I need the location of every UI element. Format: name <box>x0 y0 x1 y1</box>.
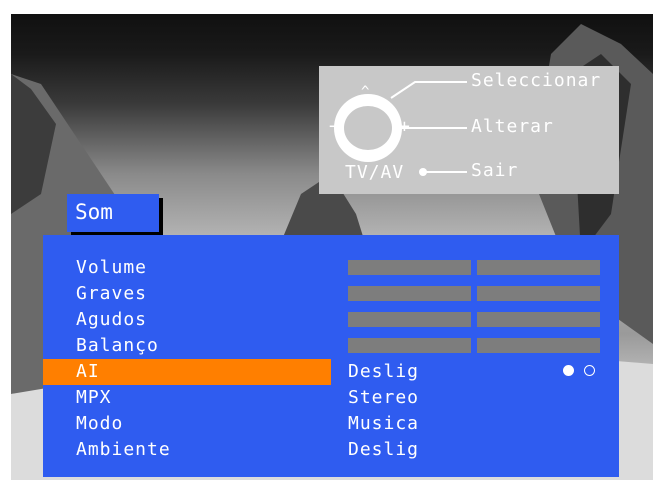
minus-icon: − <box>329 116 341 137</box>
menu-item-label: Modo <box>76 413 124 434</box>
level-bar-right <box>477 286 600 301</box>
tv-av-label: TV/AV <box>345 162 405 183</box>
menu-item-label: Agudos <box>76 309 148 330</box>
menu-item-balanco[interactable]: Balanço <box>43 333 619 359</box>
menu-item-volume[interactable]: Volume <box>43 255 619 281</box>
plus-icon: + <box>399 116 411 137</box>
level-bar-left <box>348 260 471 275</box>
exit-hint: Sair <box>471 160 519 181</box>
menu-item-value: Musica <box>348 413 420 434</box>
menu-item-agudos[interactable]: Agudos <box>43 307 619 333</box>
menu-item-label: Graves <box>76 283 148 304</box>
menu-item-label: AI <box>76 361 100 382</box>
indicator-dot-filled-icon <box>563 365 574 376</box>
menu-item-label: Volume <box>76 257 148 278</box>
menu-item-label: Balanço <box>76 335 159 356</box>
level-bar-right <box>477 338 600 353</box>
menu-item-ambiente[interactable]: Ambiente Deslig <box>43 437 619 463</box>
menu-title: Som <box>75 200 113 224</box>
tv-screen: ^ v − + TV/AV Seleccionar Alterar Sair S… <box>11 14 653 480</box>
level-bar-left <box>348 338 471 353</box>
level-bar-left <box>348 312 471 327</box>
menu-item-value: Stereo <box>348 387 420 408</box>
menu-item-label: Ambiente <box>76 439 171 460</box>
select-hint: Seleccionar <box>471 70 602 91</box>
menu-item-graves[interactable]: Graves <box>43 281 619 307</box>
menu-item-label: MPX <box>76 387 112 408</box>
down-arrow-icon: v <box>361 146 371 162</box>
menu-item-modo[interactable]: Modo Musica <box>43 411 619 437</box>
up-arrow-icon: ^ <box>361 84 371 100</box>
menu-item-ai[interactable]: AI Deslig <box>43 359 619 385</box>
menu-item-mpx[interactable]: MPX Stereo <box>43 385 619 411</box>
level-bar-left <box>348 286 471 301</box>
indicator-dot-empty-icon <box>584 365 595 376</box>
menu-item-value: Deslig <box>348 439 420 460</box>
remote-legend: ^ v − + TV/AV Seleccionar Alterar Sair <box>319 66 619 194</box>
menu-item-value: Deslig <box>348 361 420 382</box>
level-bar-right <box>477 312 600 327</box>
change-hint: Alterar <box>471 116 554 137</box>
sound-menu-panel: Volume Graves Agudos Balanço AI Deslig M… <box>43 235 619 477</box>
menu-title-tab: Som <box>67 194 159 232</box>
level-bar-right <box>477 260 600 275</box>
